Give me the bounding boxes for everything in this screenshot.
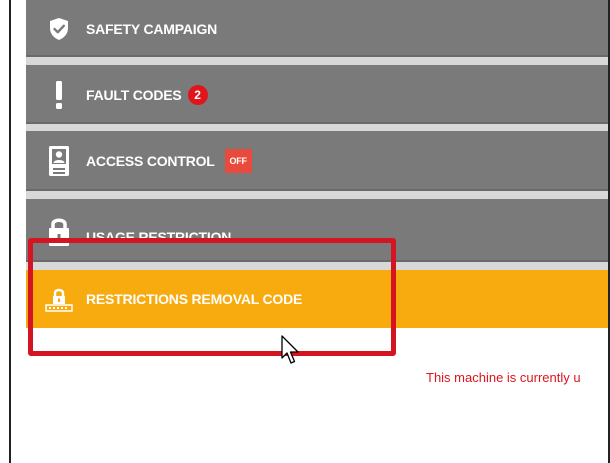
menu-item-label: FAULT CODES	[86, 86, 182, 103]
menu-item-label: SAFETY CAMPAIGN	[86, 20, 218, 37]
menu-item-access-control[interactable]: ACCESS CONTROL OFF	[26, 131, 608, 191]
exclamation-icon	[44, 80, 74, 110]
annotation-highlight-box	[28, 238, 396, 356]
menu-item-safety-campaign[interactable]: SAFETY CAMPAIGN	[26, 0, 608, 57]
shield-check-icon	[44, 17, 74, 41]
badge-id-icon	[44, 145, 74, 177]
app-frame: SAFETY CAMPAIGN FAULT CODES 2 ACCESS CON…	[9, 0, 610, 463]
divider	[26, 191, 608, 199]
cursor-icon	[281, 335, 301, 370]
menu-item-fault-codes[interactable]: FAULT CODES 2	[26, 65, 608, 124]
access-status-badge: OFF	[224, 149, 252, 173]
machine-status-notice: This machine is currently u	[426, 370, 581, 385]
divider	[26, 124, 608, 131]
menu-panel: SAFETY CAMPAIGN FAULT CODES 2 ACCESS CON…	[26, 0, 608, 463]
menu-item-label: ACCESS CONTROL	[86, 153, 215, 169]
fault-count-badge: 2	[187, 84, 208, 105]
divider	[26, 57, 608, 65]
